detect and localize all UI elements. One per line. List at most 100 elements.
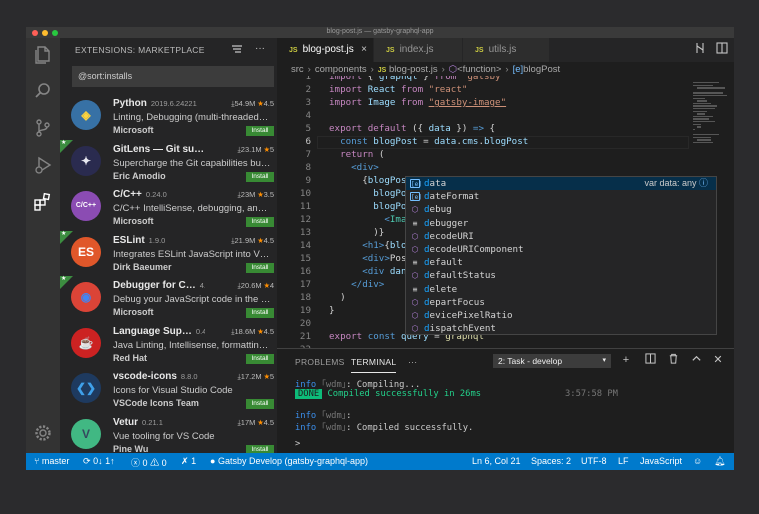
extension-stats: ⤓54.9M ★4.5	[231, 99, 274, 108]
more-actions-icon[interactable]: ···	[253, 43, 267, 57]
code-line-current: const blogPost = data.cms.blogPost	[277, 136, 689, 150]
extension-item[interactable]: ◉ Debugger for C…4.11.6 ⤓20.6M ★4 Debug you…	[60, 275, 277, 322]
problems-status[interactable]: ⓧ 0 ⚠ 0	[131, 456, 167, 469]
minimap[interactable]	[689, 76, 734, 348]
branch-status[interactable]: ⑂ master	[34, 456, 69, 466]
new-terminal-icon[interactable]: +	[619, 353, 633, 367]
files-icon[interactable]	[33, 44, 53, 64]
suggestion-item[interactable]: ≡ default	[406, 256, 716, 269]
extension-stats: ⤓17.2M ★5	[237, 372, 274, 381]
suggestion-label: devicePixelRatio	[424, 310, 513, 321]
split-editor-icon[interactable]	[715, 42, 729, 56]
terminal-prompt[interactable]: >	[295, 439, 300, 449]
open-changes-icon[interactable]	[693, 42, 707, 56]
extension-stats: ⤓23.1M ★5	[237, 144, 274, 154]
install-button[interactable]: Install	[246, 126, 274, 136]
feedback-smiley-icon[interactable]: ☺	[693, 456, 702, 466]
extension-item[interactable]: ES ESLint1.9.0 ⤓21.9M ★4.5 Integrates ESLin…	[60, 230, 277, 277]
split-terminal-icon[interactable]	[643, 353, 657, 367]
extension-item[interactable]: ☕ Language Sup…0.47.0 ⤓18.6M ★4.5 Java Lint…	[60, 322, 277, 368]
extension-name: Debugger for C…4.11.6	[113, 280, 205, 291]
vscode-window: blog-post.js — gatsby-graphql-app EXTENS…	[26, 27, 734, 470]
cursor-position[interactable]: Ln 6, Col 21	[472, 456, 521, 466]
js-file-icon: JS	[475, 47, 484, 54]
suggestion-item[interactable]: ≡ debugger	[406, 217, 716, 230]
warning-icon: ⚠	[150, 458, 160, 468]
extension-item[interactable]: C/C++ C/C++ 0.24.0 ⤓23M ★3.5 C/C++ IntelliSe…	[60, 185, 277, 231]
extension-version: 1.9.0	[148, 235, 166, 245]
line-number: 17	[299, 279, 311, 290]
trash-icon[interactable]	[666, 353, 680, 367]
suggestion-item[interactable]: [e] data var data: any ⓘ	[406, 177, 716, 191]
encoding-status[interactable]: UTF-8	[581, 456, 607, 466]
install-button[interactable]: Install	[246, 217, 274, 227]
editor-area: JS blog-post.js × JS index.js JS utils.js s…	[277, 38, 734, 453]
suggestion-item[interactable]: ⬡ defaultStatus	[406, 269, 716, 282]
search-icon[interactable]	[33, 81, 53, 101]
close-tab-icon[interactable]: ×	[361, 38, 367, 62]
install-button[interactable]: Install	[246, 262, 274, 273]
eol-status[interactable]: LF	[618, 456, 629, 466]
extension-item[interactable]: V Vetur 0.21.1 ⤓17M ★4.5 Vue tooling for VS …	[60, 413, 277, 459]
sync-status[interactable]: ⟳ 0↓ 1↑	[83, 456, 115, 467]
settings-gear-icon[interactable]	[33, 423, 53, 443]
extensions-icon[interactable]	[33, 192, 53, 212]
tab-problems[interactable]: PROBLEMS	[295, 357, 345, 367]
title-bar: blog-post.js — gatsby-graphql-app	[26, 27, 734, 38]
install-button[interactable]: Install	[246, 308, 274, 318]
editor-tabs: JS blog-post.js × JS index.js JS utils.js	[277, 38, 734, 62]
breadcrumb-item[interactable]: components	[315, 64, 367, 75]
minimap-line	[693, 110, 707, 112]
suggestion-item[interactable]: ⬡ devicePixelRatio	[406, 309, 716, 322]
line-number: 14	[299, 240, 311, 251]
tools-status[interactable]: ✗ 1	[181, 456, 196, 467]
extension-description: Integrates ESLint JavaScript into V…	[113, 248, 270, 260]
line-number: 8	[305, 162, 311, 173]
suggestion-item[interactable]: ≡ delete	[406, 283, 716, 296]
suggestion-item[interactable]: ⬡ decodeURIComponent	[406, 243, 716, 256]
source-control-icon[interactable]	[33, 118, 53, 138]
extension-item[interactable]: ✦ GitLens — Git su…9.8.5 ⤓23.1M ★5 Supercha…	[60, 139, 277, 186]
suggestion-item[interactable]: ⬡ debug	[406, 203, 716, 216]
extension-publisher: Red Hat	[113, 352, 148, 363]
tools-icon: ✗	[181, 456, 189, 466]
extension-item[interactable]: ❮❯ vscode-icons 8.8.0 ⤓17.2M ★5 Icons for Vi…	[60, 367, 277, 413]
tab-terminal[interactable]: TERMINAL	[351, 357, 397, 373]
tab-utils[interactable]: JS utils.js	[463, 38, 549, 62]
filter-list-icon[interactable]	[230, 43, 244, 57]
error-icon: ⓧ	[131, 458, 141, 468]
extension-item[interactable]: ◈ Python 2019.6.24221 ⤓54.9M ★4.5 Linting, D…	[60, 94, 277, 140]
minimap-line	[693, 134, 719, 136]
suggestion-item[interactable]: ⬡ departFocus	[406, 296, 716, 309]
suggestion-item[interactable]: [e] dateFormat	[406, 190, 716, 203]
extension-publisher: VSCode Icons Team	[113, 398, 199, 408]
extension-search-input[interactable]: @sort:installs	[72, 66, 274, 87]
extension-publisher: Pine Wu	[113, 443, 149, 454]
notifications-bell-icon[interactable]: 🔔︎	[714, 456, 725, 467]
module-icon: ⬡	[411, 231, 419, 241]
breadcrumb-item[interactable]: blog-post.js	[389, 64, 438, 75]
tab-blog-post[interactable]: JS blog-post.js ×	[277, 38, 373, 62]
bottom-panel: PROBLEMS TERMINAL ··· 2: Task - develop ▾…	[277, 348, 734, 453]
minimap-line	[693, 115, 713, 118]
terminal-task-select[interactable]: 2: Task - develop ▾	[493, 354, 611, 368]
suggestion-item[interactable]: ⬡ dispatchEvent	[406, 322, 716, 335]
install-button[interactable]: Install	[246, 399, 274, 409]
install-button[interactable]: Install	[246, 353, 274, 364]
panel-more-icon[interactable]: ···	[408, 357, 417, 367]
task-status[interactable]: ● Gatsby Develop (gatsby-graphql-app)	[210, 456, 368, 466]
debug-icon[interactable]	[33, 155, 53, 175]
install-button[interactable]: Install	[246, 171, 274, 182]
code-line: <div>	[351, 162, 379, 173]
suggestion-item[interactable]: ⬡ decodeURI	[406, 230, 716, 243]
close-panel-icon[interactable]: ✕	[711, 353, 725, 367]
breadcrumb-item[interactable]: blogPost	[523, 64, 560, 75]
indentation-status[interactable]: Spaces: 2	[531, 456, 571, 466]
language-mode[interactable]: JavaScript	[640, 456, 682, 466]
play-circle-icon: ●	[210, 456, 216, 466]
breadcrumb-item[interactable]: <function>	[457, 64, 501, 75]
breadcrumb-item[interactable]: src	[291, 64, 304, 75]
autocomplete-suggestions[interactable]: [e] data var data: any ⓘ [e] dateFormat ⬡ debu…	[405, 176, 717, 335]
tab-index[interactable]: JS index.js	[374, 38, 462, 62]
maximize-panel-icon[interactable]	[689, 353, 703, 367]
